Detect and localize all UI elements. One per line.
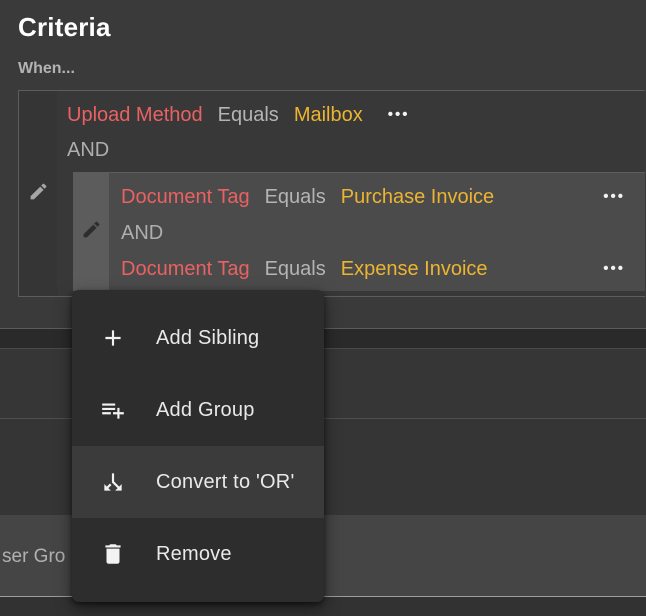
- playlist-add-icon: [100, 397, 126, 423]
- trash-icon: [100, 541, 126, 567]
- row-menu-button[interactable]: •••: [603, 184, 625, 210]
- menu-item-remove[interactable]: Remove: [72, 518, 324, 590]
- condition-operator: Equals: [265, 256, 326, 282]
- conjunction-label: AND: [121, 220, 163, 246]
- menu-item-label: Convert to 'OR': [156, 471, 294, 494]
- condition-value[interactable]: Expense Invoice: [341, 256, 488, 282]
- condition-row: Document Tag Equals Purchase Invoice •••: [121, 184, 645, 212]
- condition-value[interactable]: Mailbox: [294, 102, 363, 128]
- plus-icon: [100, 325, 126, 351]
- criteria-group-inner: Document Tag Equals Purchase Invoice •••…: [73, 172, 645, 291]
- page-title: Criteria: [18, 12, 111, 43]
- condition-field[interactable]: Document Tag: [121, 184, 250, 210]
- menu-item-label: Remove: [156, 543, 232, 566]
- menu-item-convert-to-or[interactable]: Convert to 'OR': [72, 446, 324, 518]
- condition-operator: Equals: [265, 184, 326, 210]
- outer-group-handle[interactable]: [19, 91, 57, 296]
- menu-item-label: Add Sibling: [156, 327, 259, 350]
- context-menu: Add Sibling Add Group Convert to 'OR' Re…: [72, 290, 324, 602]
- edit-pencil-icon: [28, 181, 49, 207]
- when-label: When...: [18, 60, 75, 78]
- condition-field[interactable]: Upload Method: [67, 102, 203, 128]
- conjunction-label: AND: [67, 137, 109, 163]
- condition-row: Upload Method Equals Mailbox •••: [67, 102, 410, 130]
- edit-pencil-icon: [81, 219, 102, 245]
- criteria-group-outer: Upload Method Equals Mailbox ••• AND Doc…: [18, 90, 645, 297]
- call-split-icon: [100, 469, 126, 495]
- row-menu-button[interactable]: •••: [603, 256, 625, 282]
- user-group-field-text: ser Gro: [2, 546, 65, 568]
- inner-group-handle[interactable]: [73, 173, 109, 291]
- menu-item-add-sibling[interactable]: Add Sibling: [72, 302, 324, 374]
- menu-item-add-group[interactable]: Add Group: [72, 374, 324, 446]
- condition-operator: Equals: [218, 102, 279, 128]
- condition-value[interactable]: Purchase Invoice: [341, 184, 494, 210]
- condition-row: Document Tag Equals Expense Invoice •••: [121, 256, 645, 284]
- row-menu-button[interactable]: •••: [388, 102, 410, 128]
- menu-item-label: Add Group: [156, 399, 255, 422]
- condition-field[interactable]: Document Tag: [121, 256, 250, 282]
